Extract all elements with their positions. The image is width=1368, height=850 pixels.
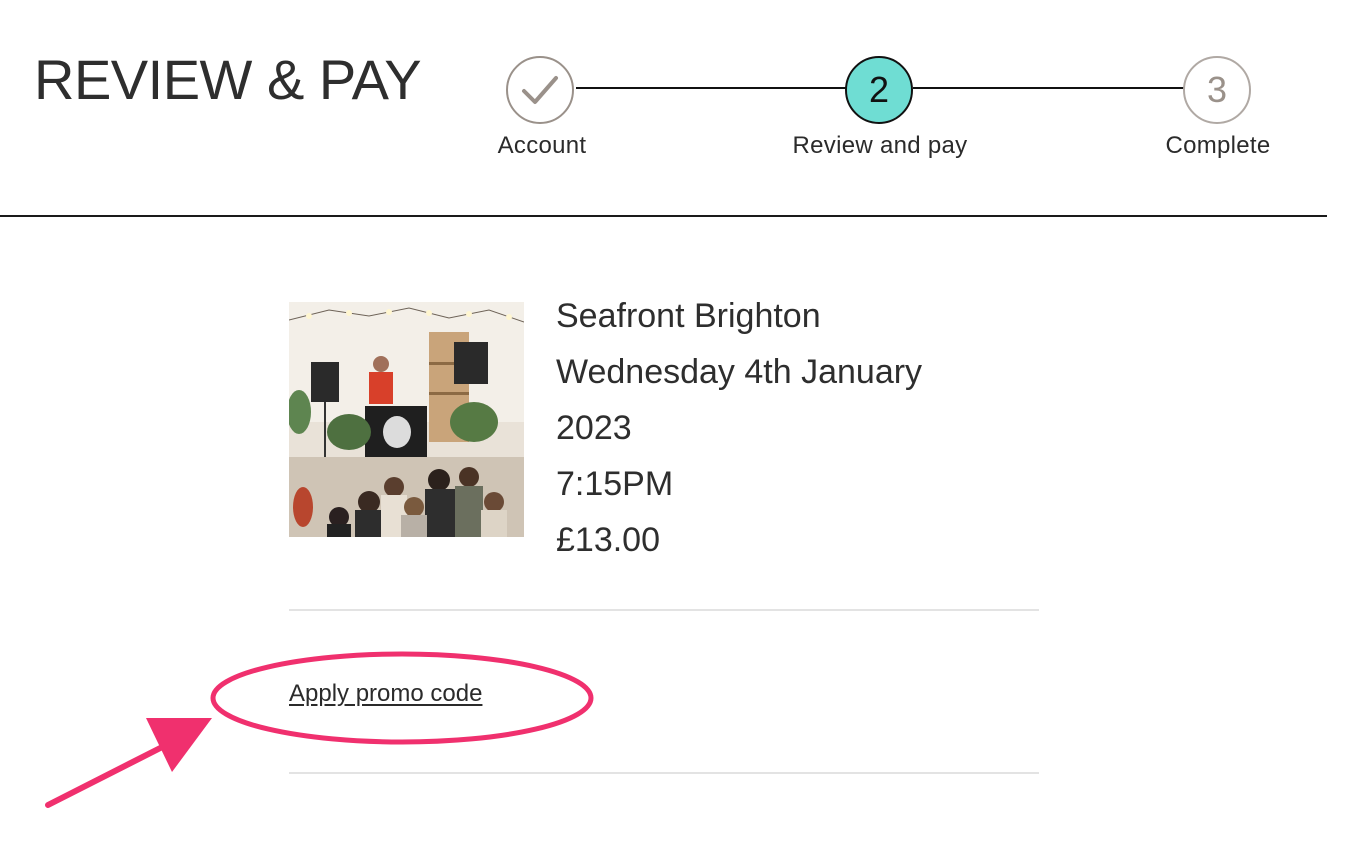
review-pay-page: REVIEW & PAY Account 2 Review and pay 3 …	[0, 0, 1368, 850]
step-review-label: Review and pay	[792, 132, 968, 159]
step-review-circle: 2	[845, 56, 913, 124]
arrow-icon	[45, 718, 212, 808]
stepper-connector	[913, 87, 1184, 89]
section-divider	[289, 772, 1039, 774]
step-complete-label: Complete	[1165, 132, 1271, 159]
event-price: £13.00	[556, 521, 660, 559]
step-account-circle	[506, 56, 574, 124]
checkmark-icon	[522, 76, 558, 104]
section-divider	[289, 609, 1039, 611]
header-divider	[0, 215, 1327, 217]
event-photo	[289, 302, 524, 537]
event-year: 2023	[556, 409, 632, 447]
stepper-connector	[576, 87, 846, 89]
apply-promo-code-link[interactable]: Apply promo code	[289, 680, 482, 708]
event-time: 7:15PM	[556, 465, 674, 503]
step-complete-circle: 3	[1183, 56, 1251, 124]
event-details: Seafront Brighton Wednesday 4th January …	[556, 288, 996, 568]
event-venue: Seafront Brighton	[556, 297, 821, 335]
checkout-stepper: Account 2 Review and pay 3 Complete	[0, 0, 1368, 200]
event-date: Wednesday 4th January	[556, 353, 923, 391]
step-account-label: Account	[497, 132, 587, 159]
